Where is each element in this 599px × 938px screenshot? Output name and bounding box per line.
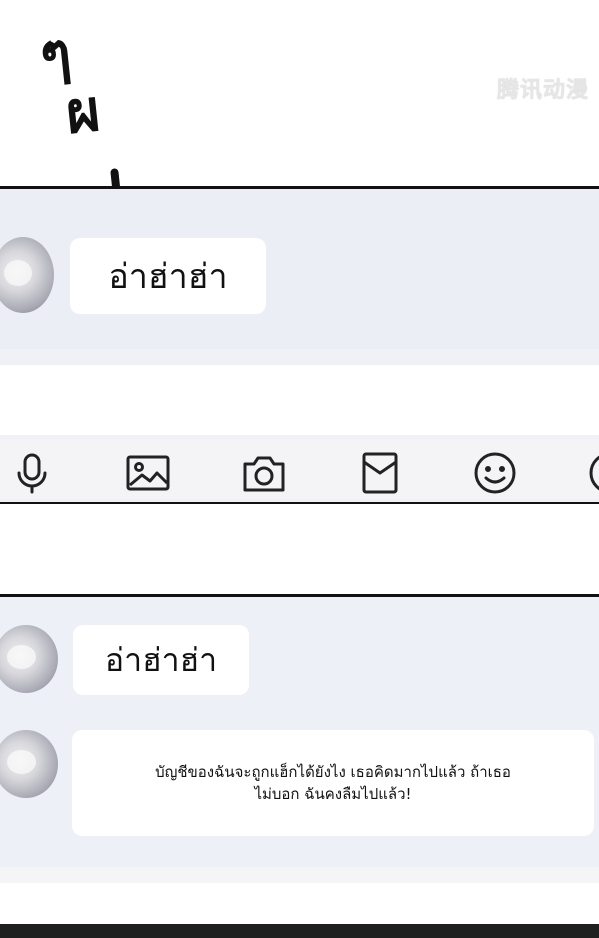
red-envelope-icon[interactable] [358, 451, 402, 495]
chat-bubble-line-1: บัญชีของฉันจะถูกแฮ็กได้ยังไง เธอคิดมากไป… [155, 763, 511, 781]
watermark-logo: 腾讯动漫 [496, 78, 589, 103]
microphone-icon[interactable] [10, 451, 54, 495]
chat-bubble-text: อ่าฮ่าฮ่า [108, 257, 228, 297]
image-icon[interactable] [126, 451, 170, 495]
chat-bubble-line-2: ไม่บอก ฉันคงลืมไปแล้ว! [254, 785, 412, 803]
message-input-area[interactable] [0, 365, 599, 435]
chat-bubble: อ่าฮ่าฮ่า [70, 238, 266, 314]
chat-panel-2: อ่าฮ่าฮ่า บัญชีของฉันจะถูกแฮ็กได้ยังไง เ… [0, 597, 599, 883]
emoji-icon[interactable] [473, 451, 517, 495]
sfx-line-2: ผ [62, 75, 104, 148]
chat-bubble-long: บัญชีของฉันจะถูกแฮ็กได้ยังไง เธอคิดมากไป… [72, 730, 594, 836]
input-area[interactable] [0, 867, 599, 883]
camera-icon[interactable] [242, 451, 286, 495]
avatar[interactable] [0, 730, 58, 798]
sfx-line-1: ๆ [36, 18, 75, 90]
add-icon[interactable] [588, 451, 599, 495]
next-panel-edge [0, 924, 599, 938]
chat-panel-1: อ่าฮ่าฮ่า [0, 189, 599, 502]
avatar[interactable] [0, 625, 58, 693]
chat-bubble-text: อ่าฮ่าฮ่า [104, 640, 218, 679]
chat-bubble: อ่าฮ่าฮ่า [73, 625, 249, 695]
